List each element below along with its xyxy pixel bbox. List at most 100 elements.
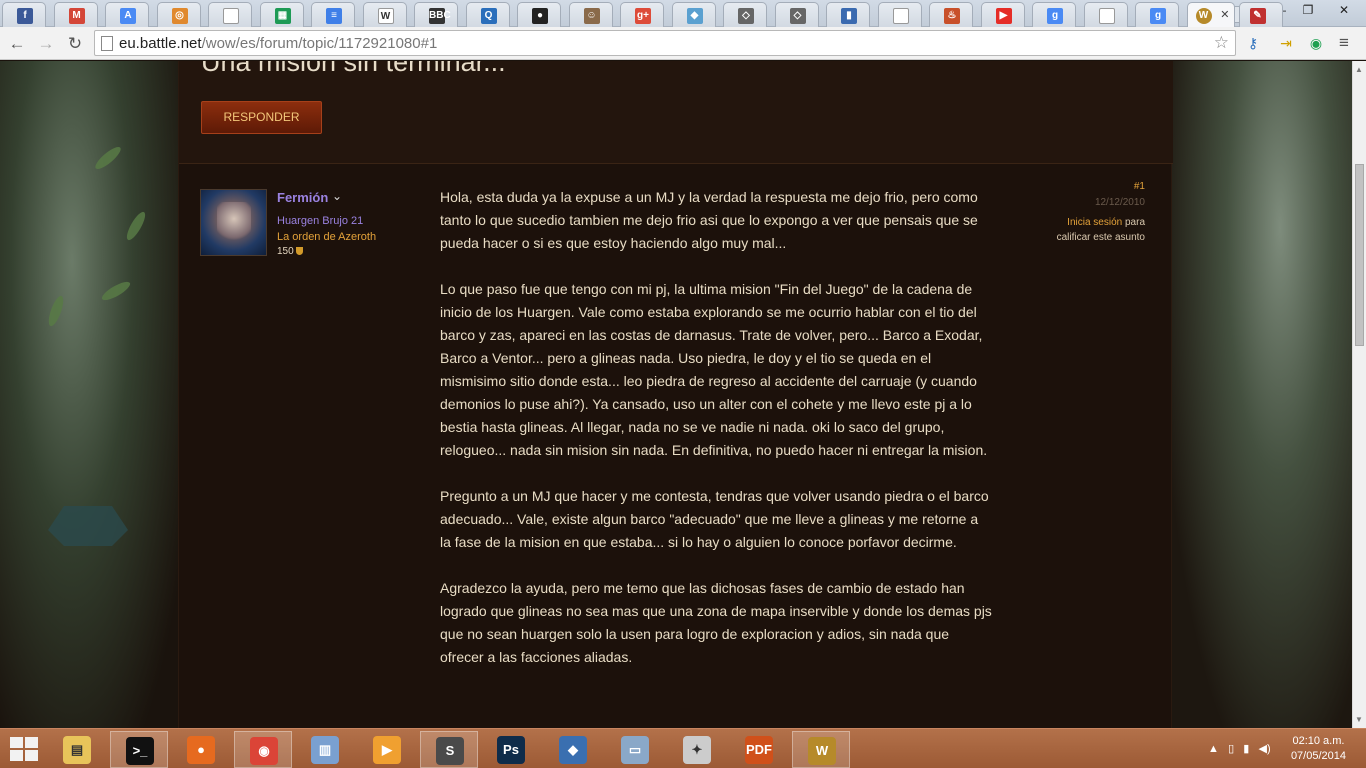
- browser-tab[interactable]: ☺: [568, 2, 613, 27]
- taskbar-app[interactable]: ▤: [48, 731, 106, 768]
- chevron-down-icon[interactable]: ⌄: [332, 189, 342, 203]
- browser-tab[interactable]: f: [2, 2, 46, 27]
- login-link[interactable]: Inicia sesión: [1067, 217, 1122, 228]
- taskbar-app[interactable]: >_: [110, 731, 168, 768]
- vertical-scrollbar[interactable]: ▲ ▼: [1352, 61, 1366, 728]
- volume-icon[interactable]: ◀): [1259, 743, 1271, 755]
- cube-icon: ◇: [789, 8, 806, 24]
- close-window-button[interactable]: ✕: [1322, 0, 1366, 20]
- browser-tab[interactable]: g: [1032, 2, 1076, 27]
- browser-tab[interactable]: g+: [620, 2, 664, 27]
- browser-tab[interactable]: BBC: [414, 2, 458, 27]
- google-plus-icon: g+: [635, 8, 651, 24]
- pdf-icon: PDF: [745, 736, 773, 764]
- scroll-down-arrow-icon[interactable]: ▼: [1355, 715, 1363, 724]
- author-name[interactable]: Fermión: [277, 190, 328, 205]
- start-button[interactable]: [10, 737, 38, 761]
- bookmark-star-icon[interactable]: ☆: [1214, 33, 1229, 53]
- browser-tab[interactable]: ◆: [671, 2, 716, 27]
- browser-tab[interactable]: ▶: [980, 2, 1025, 27]
- post-paragraph: Pregunto a un MJ que hacer y me contesta…: [440, 488, 989, 550]
- signal-icon[interactable]: ▮: [1243, 743, 1249, 755]
- browser-tab[interactable]: [1083, 2, 1128, 27]
- url-text: eu.battle.net/wow/es/forum/topic/1172921…: [119, 35, 437, 52]
- post-meta: #1 12/12/2010 Inicia sesión para calific…: [1045, 181, 1145, 245]
- tray-arrow-icon[interactable]: ▲: [1208, 743, 1219, 755]
- browser-tab[interactable]: ◇: [723, 2, 767, 27]
- video-player-icon: ▶: [373, 736, 401, 764]
- sheets-icon: ▦: [274, 8, 291, 24]
- clock-date: 07/05/2014: [1290, 750, 1346, 762]
- cube-icon: ◇: [738, 8, 754, 24]
- taskbar-app[interactable]: ▭: [606, 731, 664, 768]
- share-extension-icon[interactable]: ⇥: [1277, 34, 1295, 52]
- taskbar-app[interactable]: ✦: [668, 731, 726, 768]
- monitor-icon: ▭: [621, 736, 649, 764]
- puzzle-tab-icon: ✎: [1249, 8, 1266, 24]
- reload-button[interactable]: ↻: [64, 33, 86, 55]
- browser-tab[interactable]: ▮: [826, 2, 870, 27]
- page-icon: [1098, 8, 1115, 24]
- gmail-icon: M: [68, 8, 85, 24]
- browser-tab[interactable]: ♨: [929, 2, 973, 27]
- browser-tab[interactable]: A: [105, 2, 149, 27]
- browser-tab[interactable]: [208, 2, 252, 27]
- taskbar-app[interactable]: ◆: [544, 731, 602, 768]
- browser-tab[interactable]: ▦: [259, 2, 304, 27]
- wow-icon: W: [1195, 8, 1212, 24]
- browser-tab[interactable]: g: [1135, 2, 1179, 27]
- scrollbar-thumb[interactable]: [1355, 164, 1364, 346]
- facebook-icon: f: [17, 8, 33, 24]
- scroll-up-arrow-icon[interactable]: ▲: [1355, 65, 1363, 74]
- browser-tab[interactable]: W: [362, 2, 407, 27]
- taskbar-app[interactable]: Ps: [482, 731, 540, 768]
- address-bar[interactable]: eu.battle.net/wow/es/forum/topic/1172921…: [94, 30, 1236, 56]
- drop-icon: ◆: [686, 8, 703, 24]
- taskbar-app[interactable]: ▶: [358, 731, 416, 768]
- power-icon[interactable]: ▯: [1228, 743, 1234, 755]
- bbc-icon: BBC: [429, 8, 451, 24]
- browser-toolbar: ← → ↻ eu.battle.net/wow/es/forum/topic/1…: [0, 27, 1366, 60]
- google-icon: g: [1047, 8, 1063, 24]
- close-tab-icon[interactable]: ✕: [1220, 8, 1229, 21]
- page-icon: [223, 8, 239, 24]
- guild-name[interactable]: La orden de Azeroth: [277, 231, 376, 243]
- system-tray: ▲ ▯ ▮ ◀): [1208, 742, 1271, 755]
- menu-icon[interactable]: ≡: [1335, 34, 1353, 52]
- taskbar-app[interactable]: W: [792, 731, 850, 768]
- browser-tab[interactable]: Q: [465, 2, 510, 27]
- taskbar-app[interactable]: S: [420, 731, 478, 768]
- browser-tab[interactable]: ✎: [1238, 2, 1283, 27]
- forward-button[interactable]: →: [35, 33, 57, 55]
- browser-tab[interactable]: ●: [517, 2, 561, 27]
- clock[interactable]: 02:10 a.m. 07/05/2014: [1291, 734, 1346, 764]
- browser-tab[interactable]: [877, 2, 922, 27]
- restore-button[interactable]: ❐: [1294, 0, 1322, 20]
- taskbar-app[interactable]: ◉: [234, 731, 292, 768]
- file-explorer-icon: ▤: [63, 736, 91, 764]
- post-paragraph: Agradezco la ayuda, pero me temo que las…: [440, 580, 992, 665]
- achievement-points: 150: [277, 246, 303, 257]
- post-number[interactable]: #1: [1045, 181, 1145, 192]
- taskbar-app[interactable]: PDF: [730, 731, 788, 768]
- browser-tab[interactable]: ≡: [311, 2, 355, 27]
- background-right-art: [1172, 61, 1352, 728]
- avatar-tab-icon: ☺: [583, 8, 600, 24]
- taskbar-app[interactable]: ●: [172, 731, 230, 768]
- taskbar-app[interactable]: ▥: [296, 731, 354, 768]
- green-extension-icon[interactable]: ◉: [1307, 34, 1325, 52]
- back-button[interactable]: ←: [6, 33, 28, 55]
- page-icon: [101, 36, 113, 51]
- browser-tab[interactable]: ◎: [156, 2, 201, 27]
- reply-button[interactable]: RESPONDER: [201, 101, 322, 134]
- topic-header: Una mision sin terminar... RESPONDER: [179, 61, 1173, 164]
- browser-tab[interactable]: ◇: [774, 2, 819, 27]
- windows-taskbar: ▲ ▯ ▮ ◀) 02:10 a.m. 07/05/2014 ▤ >_ ● ◉ ▥ ▶ S P…: [0, 728, 1366, 768]
- browser-tab-active[interactable]: W ✕: [1186, 2, 1235, 27]
- author-avatar[interactable]: [200, 189, 267, 256]
- topic-title: Una mision sin terminar...: [201, 61, 506, 77]
- key-extension-icon[interactable]: ⚷: [1244, 34, 1262, 52]
- web-page: Una mision sin terminar... RESPONDER Fer…: [0, 61, 1352, 728]
- browser-tab[interactable]: M: [53, 2, 98, 27]
- google-icon: g: [1150, 8, 1166, 24]
